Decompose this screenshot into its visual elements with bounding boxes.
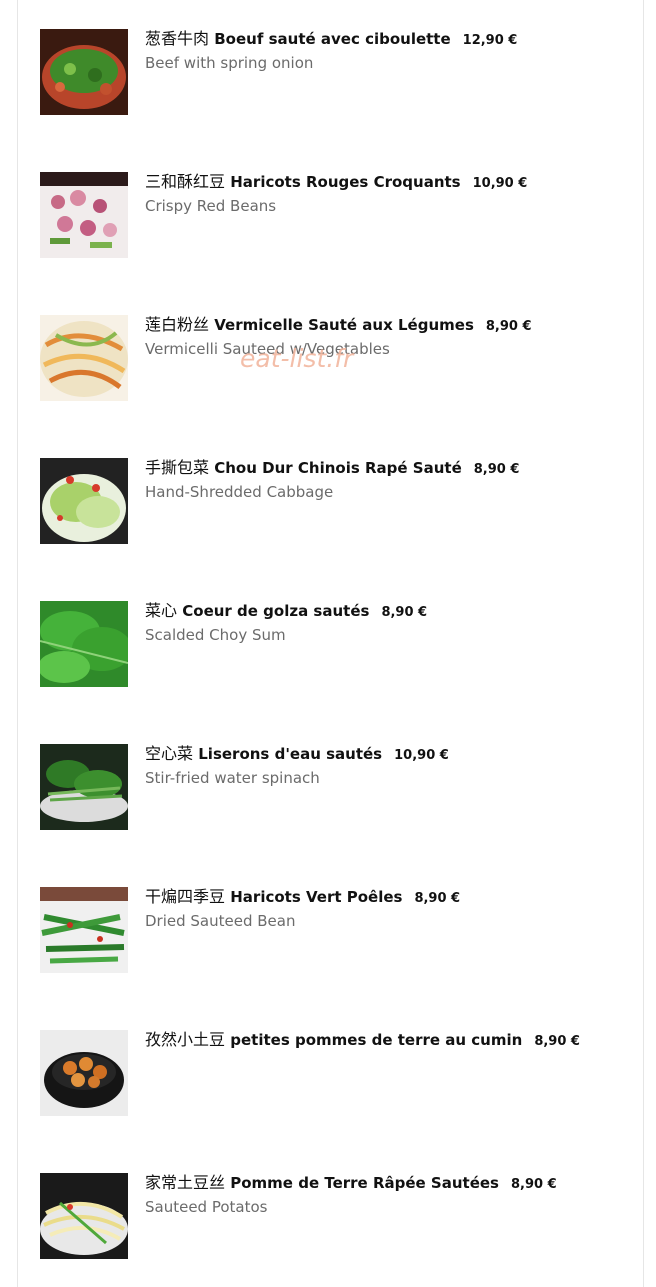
dish-chinese-name: 三和酥红豆 [145, 172, 226, 191]
dish-price: 8,90 € [485, 319, 532, 334]
dish-french-name: Haricots Vert Poêles [230, 888, 403, 906]
dish-chinese-name: 手撕包菜 [145, 458, 210, 477]
dish-price: 8,90 € [534, 1034, 580, 1049]
dish-photo [40, 458, 128, 544]
dish-photo [40, 744, 128, 830]
dish-title: 孜然小土豆 petites pommes de terre au cumin 8,… [145, 1030, 615, 1052]
dish-chinese-name: 菜心 [145, 601, 178, 620]
menu-item[interactable]: 空心菜 Liserons d'eau sautés 10,90 € Stir-fr… [40, 744, 620, 834]
dish-price: 8,90 € [510, 1177, 557, 1192]
dish-title: 葱香牛肉 Boeuf sauté avec ciboulette 12,90 € [145, 29, 615, 51]
dish-english-name: Stir-fried water spinach [145, 769, 320, 787]
dish-chinese-name: 干煸四季豆 [145, 887, 226, 906]
watermark: eat-list.fr [240, 344, 354, 373]
menu-item[interactable]: 手撕包菜 Chou Dur Chinois Rapé Sauté 8,90 € H… [40, 458, 620, 548]
dish-french-name: Liserons d'eau sautés [198, 745, 383, 763]
dish-title: 手撕包菜 Chou Dur Chinois Rapé Sauté 8,90 € [145, 458, 615, 480]
dish-english-name: Crispy Red Beans [145, 197, 277, 215]
dish-chinese-name: 家常土豆丝 [145, 1173, 226, 1192]
dish-english-name: Sauteed Potatos [145, 1198, 268, 1216]
menu-item[interactable]: 家常土豆丝 Pomme de Terre Râpée Sautées 8,90 €… [40, 1173, 620, 1263]
menu-item[interactable]: 孜然小土豆 petites pommes de terre au cumin 8,… [40, 1030, 620, 1120]
dish-title: 三和酥红豆 Haricots Rouges Croquants 10,90 € [145, 172, 615, 194]
dish-english-name: Dried Sauteed Bean [145, 912, 296, 930]
dish-french-name: petites pommes de terre au cumin [230, 1031, 523, 1049]
dish-price: 12,90 € [462, 33, 518, 48]
dish-chinese-name: 孜然小土豆 [145, 1030, 226, 1049]
dish-title: 菜心 Coeur de golza sautés 8,90 € [145, 601, 615, 623]
dish-price: 8,90 € [414, 891, 461, 906]
dish-price: 10,90 € [394, 748, 449, 763]
dish-title: 空心菜 Liserons d'eau sautés 10,90 € [145, 744, 615, 766]
dish-french-name: Coeur de golza sautés [182, 602, 370, 620]
menu-item[interactable]: 干煸四季豆 Haricots Vert Poêles 8,90 € Dried S… [40, 887, 620, 977]
dish-chinese-name: 空心菜 [145, 744, 194, 763]
dish-french-name: Boeuf sauté avec ciboulette [214, 30, 451, 48]
dish-french-name: Vermicelle Sauté aux Légumes [214, 316, 474, 334]
dish-english-name: Hand-Shredded Cabbage [145, 483, 334, 501]
dish-french-name: Chou Dur Chinois Rapé Sauté [214, 459, 462, 477]
dish-price: 8,90 € [381, 605, 428, 620]
dish-photo [40, 601, 128, 687]
dish-price: 8,90 € [473, 462, 520, 477]
dish-photo [40, 172, 128, 258]
dish-english-name: Scalded Choy Sum [145, 626, 286, 644]
menu-item[interactable]: 三和酥红豆 Haricots Rouges Croquants 10,90 € C… [40, 172, 620, 262]
dish-photo [40, 1173, 128, 1259]
dish-photo [40, 1030, 128, 1116]
dish-title: 干煸四季豆 Haricots Vert Poêles 8,90 € [145, 887, 615, 909]
dish-english-name: Vermicelli Sauteed w/Vegetables [145, 340, 390, 358]
dish-photo [40, 887, 128, 973]
dish-french-name: Haricots Rouges Croquants [230, 173, 461, 191]
dish-chinese-name: 莲白粉丝 [145, 315, 210, 334]
dish-title: 莲白粉丝 Vermicelle Sauté aux Légumes 8,90 € [145, 315, 615, 337]
menu-item[interactable]: 葱香牛肉 Boeuf sauté avec ciboulette 12,90 € … [40, 29, 620, 119]
dish-photo [40, 315, 128, 401]
menu-item[interactable]: 菜心 Coeur de golza sautés 8,90 € Scalded C… [40, 601, 620, 691]
dish-chinese-name: 葱香牛肉 [145, 29, 210, 48]
dish-price: 10,90 € [472, 176, 528, 191]
dish-english-name: Beef with spring onion [145, 54, 314, 72]
dish-title: 家常土豆丝 Pomme de Terre Râpée Sautées 8,90 € [145, 1173, 615, 1195]
dish-french-name: Pomme de Terre Râpée Sautées [230, 1174, 499, 1192]
dish-photo [40, 29, 128, 115]
